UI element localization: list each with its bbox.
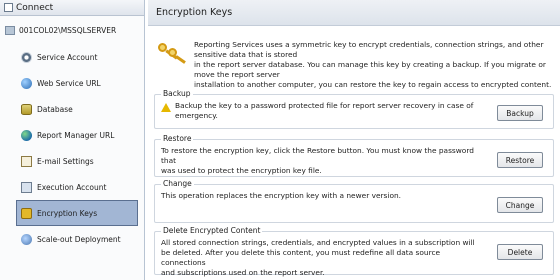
nav-item-email-settings[interactable]: E-mail Settings [18,148,138,174]
intro-section: Reporting Services uses a symmetric key … [148,26,560,89]
change-text: This operation replaces the encryption k… [161,191,401,200]
nav-item-label: Report Manager URL [37,130,115,140]
warning-icon [161,103,171,112]
intro-text: Reporting Services uses a symmetric key … [194,40,552,89]
backup-button[interactable]: Backup [497,105,543,121]
nav-item-label: Web Service URL [37,78,101,88]
backup-text: Backup the key to a password protected f… [175,101,474,120]
nav-item-report-manager-url[interactable]: Report Manager URL [18,122,138,148]
change-button[interactable]: Change [497,197,543,213]
server-node: 001COL02\MSSQLSERVER [0,20,144,40]
config-nav: Service Account Web Service URL Database… [0,44,144,252]
execution-account-icon [21,181,32,193]
nav-item-label: Scale-out Deployment [37,234,121,244]
nav-item-label: E-mail Settings [37,156,94,166]
delete-button[interactable]: Delete [497,244,543,260]
change-group: Change This operation replaces the encry… [154,179,554,223]
connect-icon [4,3,13,12]
scale-out-icon [21,233,32,245]
restore-button[interactable]: Restore [497,152,543,168]
left-pane: Connect 001COL02\MSSQLSERVER Service Acc… [0,0,145,280]
nav-item-label: Service Account [37,52,98,62]
nav-item-execution-account[interactable]: Execution Account [18,174,138,200]
content-pane: Encryption Keys Reporting Services uses … [148,0,560,280]
globe-icon [21,77,32,89]
server-icon [5,25,15,35]
nav-item-encryption-keys[interactable]: Encryption Keys [16,200,138,226]
restore-group: Restore To restore the encryption key, c… [154,134,554,177]
keys-icon [156,42,186,66]
globe-icon [21,129,32,141]
change-title: Change [161,179,194,188]
nav-item-label: Encryption Keys [37,208,98,218]
connect-label: Connect [16,2,54,13]
gear-icon [21,51,32,63]
backup-title: Backup [161,89,193,98]
database-icon [21,103,32,115]
connect-button[interactable]: Connect [0,0,144,16]
delete-group: Delete Encrypted Content All stored conn… [154,226,554,277]
nav-item-scale-out-deployment[interactable]: Scale-out Deployment [18,226,138,252]
nav-item-label: Execution Account [37,182,107,192]
backup-body: Backup the key to a password protected f… [161,101,481,121]
nav-item-database[interactable]: Database [18,96,138,122]
nav-item-service-account[interactable]: Service Account [18,44,138,70]
restore-title: Restore [161,134,194,143]
nav-item-label: Database [37,104,73,114]
page-title: Encryption Keys [148,0,560,26]
delete-title: Delete Encrypted Content [161,226,263,235]
backup-group: Backup Backup the key to a password prot… [154,89,554,129]
server-name: 001COL02\MSSQLSERVER [19,25,117,35]
delete-text: All stored connection strings, credentia… [161,238,475,277]
restore-text: To restore the encryption key, click the… [161,146,474,175]
nav-item-web-service-url[interactable]: Web Service URL [18,70,138,96]
mail-icon [21,155,32,167]
key-icon [21,207,32,219]
